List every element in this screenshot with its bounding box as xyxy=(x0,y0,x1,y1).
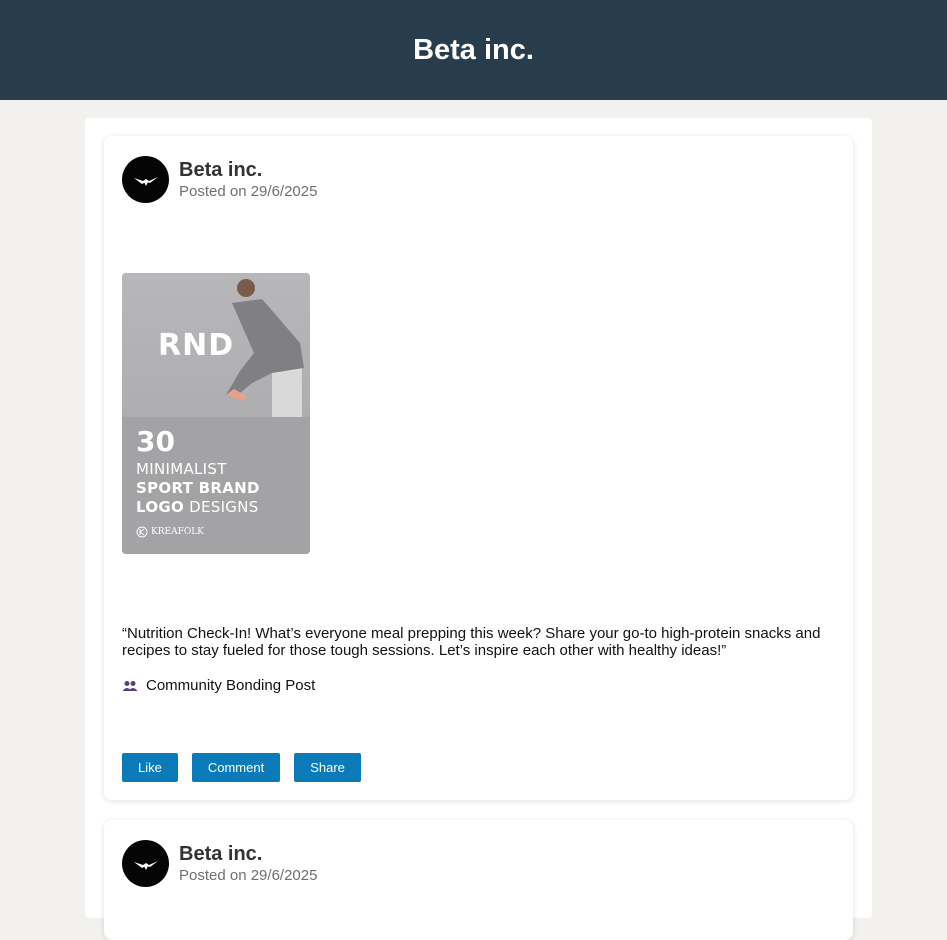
avatar[interactable] xyxy=(122,156,169,203)
post-card: Beta inc. Posted on 29/6/2025 RND 30 MIN… xyxy=(104,136,853,800)
like-button[interactable]: Like xyxy=(122,753,178,782)
image-number: 30 xyxy=(136,425,175,458)
post-date: Posted on 29/6/2025 xyxy=(179,183,318,200)
post-author[interactable]: Beta inc. xyxy=(179,843,262,866)
bird-logo-icon xyxy=(133,176,158,186)
kreafolk-logo-icon xyxy=(136,526,148,538)
post-tag-label: Community Bonding Post xyxy=(146,677,316,694)
people-icon xyxy=(122,680,138,691)
post-actions: Like Comment Share xyxy=(122,753,361,782)
feed-container: Beta inc. Posted on 29/6/2025 RND 30 MIN… xyxy=(85,118,872,940)
image-credit-text: KREAFOLK xyxy=(151,527,204,537)
top-header: Beta inc. xyxy=(0,0,947,100)
bird-logo-icon xyxy=(133,860,158,870)
comment-button[interactable]: Comment xyxy=(191,753,281,782)
post-tag: Community Bonding Post xyxy=(122,677,315,694)
post-image[interactable]: RND 30 MINIMALIST SPORT BRAND LOGO DESIG… xyxy=(122,273,310,554)
image-line-3: LOGO DESIGNS xyxy=(136,498,259,516)
image-line-1: MINIMALIST xyxy=(136,460,227,478)
page-title: Beta inc. xyxy=(413,33,534,66)
image-line-3-rest: DESIGNS xyxy=(184,498,259,516)
image-brand-logo: RND xyxy=(158,328,235,363)
post-text: “Nutrition Check-In! What’s everyone mea… xyxy=(122,625,821,659)
share-button[interactable]: Share xyxy=(294,753,361,782)
image-credit: KREAFOLK xyxy=(136,526,204,538)
image-line-3-bold: LOGO xyxy=(136,498,185,516)
post-card: Beta inc. Posted on 29/6/2025 xyxy=(104,820,853,940)
post-author[interactable]: Beta inc. xyxy=(179,159,262,182)
image-line-2: SPORT BRAND xyxy=(136,479,260,497)
post-date: Posted on 29/6/2025 xyxy=(179,867,318,884)
avatar[interactable] xyxy=(122,840,169,887)
